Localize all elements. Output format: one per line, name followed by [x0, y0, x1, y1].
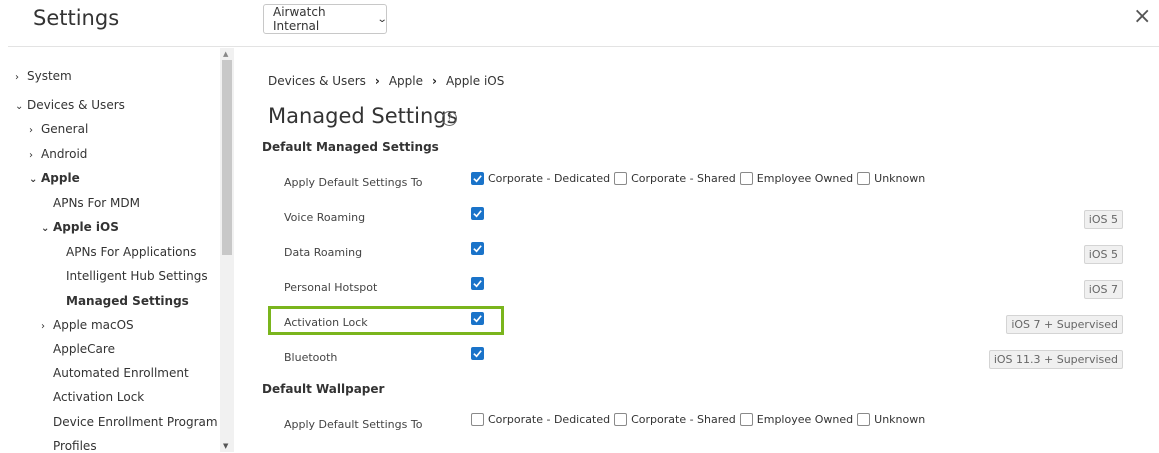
- sidebar-item-intelligent-hub-settings[interactable]: Intelligent Hub Settings: [66, 269, 208, 283]
- sidebar-item-profiles[interactable]: Profiles: [53, 439, 97, 453]
- option-label: Corporate - Dedicated: [488, 172, 611, 185]
- org-selector-dropdown[interactable]: Airwatch Internal ⌄: [263, 4, 387, 34]
- breadcrumb-apple-ios[interactable]: Apple iOS: [446, 74, 504, 88]
- breadcrumb: Devices & Users › Apple › Apple iOS: [268, 74, 504, 88]
- close-icon[interactable]: ×: [1133, 6, 1151, 28]
- option-label: Employee Owned: [756, 413, 854, 426]
- setting-label-data-roaming: Data Roaming: [284, 246, 363, 259]
- sidebar-item-devices-users[interactable]: ⌄ Devices & Users: [15, 98, 125, 112]
- chevron-down-icon: ⌄: [29, 174, 38, 185]
- sidebar-item-activation-lock[interactable]: Activation Lock: [53, 390, 144, 404]
- sidebar-scrollbar-thumb[interactable]: [222, 60, 232, 255]
- option-label: Corporate - Dedicated: [488, 413, 611, 426]
- os-version-badge: iOS 7: [1083, 280, 1123, 299]
- section-default-managed-settings: Default Managed Settings: [262, 140, 439, 154]
- apply-default-label: Apply Default Settings To: [284, 176, 423, 189]
- os-version-badge: iOS 5: [1083, 210, 1123, 229]
- sidebar-item-apple[interactable]: ⌄ Apple: [29, 171, 80, 185]
- sidebar-item-managed-settings[interactable]: Managed Settings: [66, 294, 189, 308]
- checkbox-voice-roaming[interactable]: [471, 207, 484, 220]
- checkbox-employee-owned[interactable]: [739, 413, 753, 426]
- option-label: Corporate - Shared: [631, 172, 736, 185]
- breadcrumb-separator-icon: ›: [432, 74, 437, 88]
- sidebar-item-system[interactable]: › System: [15, 69, 72, 83]
- checkbox-corporate-dedicated[interactable]: [471, 413, 484, 426]
- os-version-badge: iOS 11.3 + Supervised: [988, 350, 1123, 369]
- section-default-wallpaper: Default Wallpaper: [262, 382, 385, 396]
- option-label: Unknown: [874, 172, 926, 185]
- page-title: Managed Settings: [268, 104, 458, 128]
- chevron-right-icon: ›: [29, 150, 33, 161]
- setting-label-personal-hotspot: Personal Hotspot: [284, 281, 378, 294]
- checkbox-corporate-shared[interactable]: [614, 413, 628, 426]
- setting-label-activation-lock: Activation Lock: [284, 316, 368, 329]
- checkbox-bluetooth[interactable]: [471, 347, 484, 360]
- option-label: Unknown: [874, 413, 926, 426]
- checkbox-employee-owned[interactable]: [739, 172, 753, 185]
- checkbox-activation-lock[interactable]: [471, 312, 484, 325]
- checkbox-unknown[interactable]: [857, 413, 871, 426]
- sidebar-item-general[interactable]: › General: [29, 122, 88, 136]
- os-version-badge: iOS 7 + Supervised: [1006, 315, 1123, 334]
- chevron-down-icon: ⌄: [376, 13, 388, 25]
- sidebar-item-applecare[interactable]: AppleCare: [53, 342, 115, 356]
- chevron-right-icon: ›: [29, 125, 33, 136]
- chevron-down-icon: ⌄: [41, 223, 50, 234]
- wallpaper-apply-default-label: Apply Default Settings To: [284, 418, 423, 431]
- app-title: Settings: [33, 6, 120, 30]
- sidebar-item-apple-macos[interactable]: › Apple macOS: [41, 318, 134, 332]
- breadcrumb-separator-icon: ›: [374, 74, 380, 88]
- os-version-badge: iOS 5: [1083, 245, 1123, 264]
- chevron-right-icon: ›: [15, 72, 19, 83]
- scroll-down-arrow-icon[interactable]: ▼: [223, 442, 228, 450]
- wallpaper-apply-options: Corporate - Dedicated Corporate - Shared…: [471, 413, 925, 426]
- option-label: Employee Owned: [756, 172, 854, 185]
- sidebar-item-apns-for-applications[interactable]: APNs For Applications: [66, 245, 196, 259]
- checkbox-unknown[interactable]: [857, 172, 871, 185]
- sidebar-item-android[interactable]: › Android: [29, 147, 87, 161]
- checkbox-corporate-shared[interactable]: [614, 172, 628, 185]
- sidebar-item-apple-ios[interactable]: ⌄ Apple iOS: [41, 220, 119, 234]
- sidebar-item-apns-for-mdm[interactable]: APNs For MDM: [53, 196, 140, 210]
- checkbox-corporate-dedicated[interactable]: [471, 172, 484, 185]
- chevron-right-icon: ›: [41, 321, 45, 332]
- breadcrumb-apple[interactable]: Apple: [389, 74, 423, 88]
- setting-label-voice-roaming: Voice Roaming: [284, 211, 366, 224]
- option-label: Corporate - Shared: [631, 413, 736, 426]
- help-icon[interactable]: ?: [442, 111, 457, 126]
- checkbox-personal-hotspot[interactable]: [471, 277, 484, 290]
- setting-label-bluetooth: Bluetooth: [284, 351, 338, 364]
- checkbox-data-roaming[interactable]: [471, 242, 484, 255]
- apply-default-options: Corporate - Dedicated Corporate - Shared…: [471, 172, 925, 185]
- scroll-up-arrow-icon[interactable]: ▲: [223, 50, 228, 58]
- org-selector-label: Airwatch Internal: [273, 5, 326, 33]
- sidebar-item-automated-enrollment[interactable]: Automated Enrollment: [53, 366, 189, 380]
- sidebar-item-device-enrollment-program[interactable]: Device Enrollment Program: [53, 415, 218, 429]
- breadcrumb-devices-users[interactable]: Devices & Users: [268, 74, 366, 88]
- chevron-down-icon: ⌄: [15, 101, 24, 112]
